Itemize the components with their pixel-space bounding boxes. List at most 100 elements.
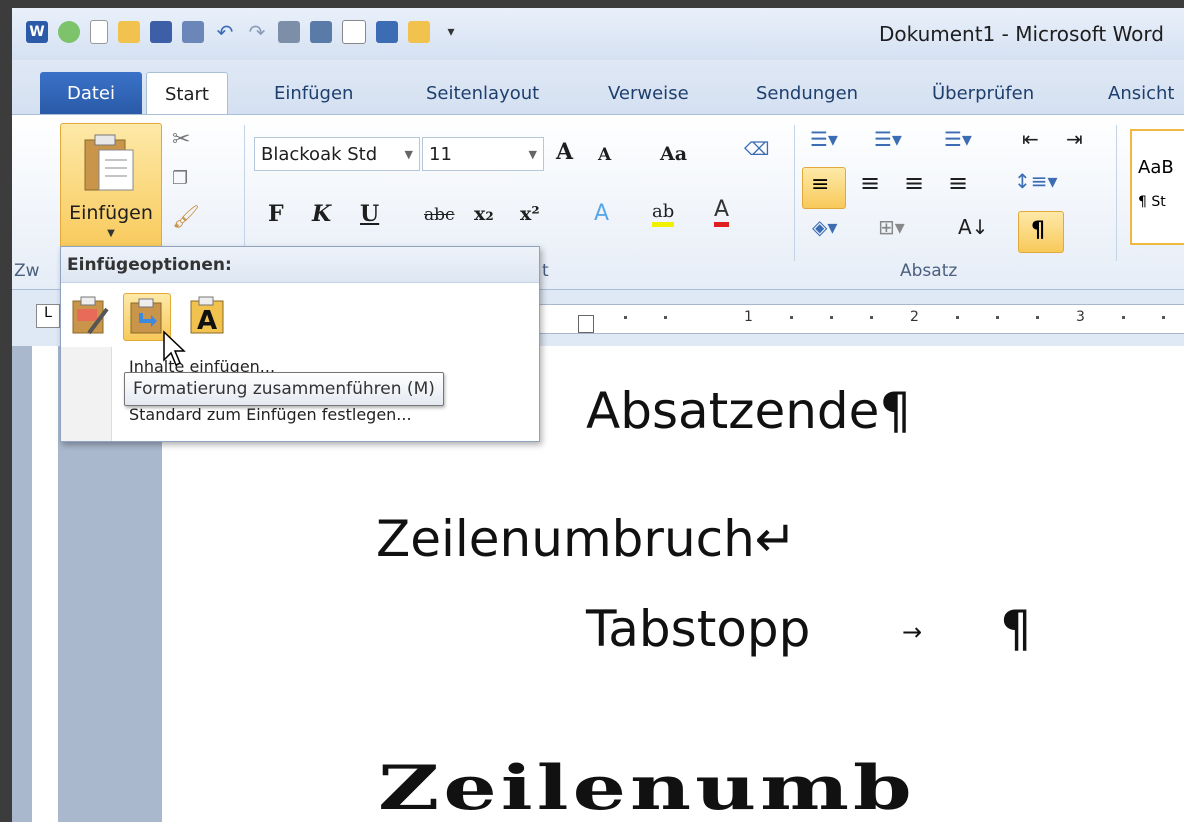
italic-button[interactable]: K: [312, 201, 331, 227]
font-size-combo[interactable]: 11 ▼: [422, 137, 544, 171]
paragraph-group-label: Absatz: [900, 261, 958, 281]
new-document-icon[interactable]: [90, 20, 108, 44]
paste-options-popup: Einfügeoptionen: A Inhalte einfügen... S…: [60, 246, 540, 442]
paste-button[interactable]: Einfügen ▼: [60, 123, 162, 253]
keep-text-only-option[interactable]: A: [185, 293, 231, 339]
shrink-font-button[interactable]: A: [598, 145, 611, 165]
paste-label: Einfügen: [69, 202, 153, 224]
tooltip: Formatierung zusammenführen (M): [124, 372, 444, 406]
ruler-dot: [956, 316, 959, 319]
grow-font-button[interactable]: A: [556, 139, 573, 165]
window-title: Dokument1 - Microsoft Word: [878, 22, 1164, 46]
underline-button[interactable]: U: [360, 201, 379, 227]
change-case-button[interactable]: Aa: [660, 143, 687, 165]
separator: [794, 125, 795, 261]
tab-view[interactable]: Ansicht: [1108, 72, 1174, 114]
status-circle-icon: [58, 21, 80, 43]
align-left-icon: ≡: [811, 172, 830, 197]
numbering-icon[interactable]: ☰▾: [874, 127, 902, 151]
read-mode-icon[interactable]: [376, 21, 398, 43]
copy-icon[interactable]: ❐: [172, 168, 200, 189]
vertical-ruler[interactable]: [32, 346, 59, 822]
paste-keep-source-icon: [72, 296, 109, 335]
ruler-dot: [830, 316, 833, 319]
format-painter-icon[interactable]: 🖌: [172, 205, 200, 230]
tab-review[interactable]: Überprüfen: [932, 72, 1034, 114]
clipboard-icon: [84, 134, 134, 191]
word-app-icon[interactable]: W: [26, 21, 48, 43]
tab-file[interactable]: Datei: [40, 72, 142, 114]
ruler-number: 1: [744, 309, 753, 325]
align-left-button[interactable]: ≡: [802, 167, 846, 209]
show-formatting-button[interactable]: ¶: [1018, 211, 1064, 253]
save-icon[interactable]: [150, 21, 172, 43]
tab-selector[interactable]: L: [36, 304, 60, 328]
clipboard-small-buttons: ✂ ❐ 🖌: [172, 127, 200, 230]
print-icon[interactable]: [278, 21, 300, 43]
ruler-dot: [1036, 316, 1039, 319]
properties-icon[interactable]: [182, 21, 204, 43]
increase-indent-icon[interactable]: ⇥: [1066, 127, 1083, 151]
popup-icon-column: [61, 347, 112, 441]
set-default-paste-item[interactable]: Standard zum Einfügen festlegen...: [129, 405, 412, 424]
font-color-icon[interactable]: A: [714, 197, 730, 227]
tab-insert[interactable]: Einfügen: [274, 72, 353, 114]
bullets-icon[interactable]: ☰▾: [810, 127, 838, 151]
ruler-dot: [624, 316, 627, 319]
superscript-button[interactable]: x²: [520, 203, 540, 225]
align-right-icon[interactable]: ≡: [904, 169, 924, 197]
redo-icon[interactable]: ↷: [246, 20, 268, 44]
ruler-dot: [870, 316, 873, 319]
doc-line-pilcrow: ¶: [1000, 600, 1032, 658]
paste-options-header: Einfügeoptionen:: [61, 247, 539, 283]
align-center-icon[interactable]: ≡: [860, 169, 880, 197]
doc-line-tab-word: Tabstopp: [586, 600, 811, 658]
ruler-number: 2: [910, 309, 919, 325]
tab-page-layout[interactable]: Seitenlayout: [426, 72, 539, 114]
customize-qat-icon[interactable]: ▾: [440, 21, 462, 43]
style-name: ¶ St: [1138, 194, 1166, 210]
font-name-value: Blackoak Std: [261, 143, 378, 165]
justify-icon[interactable]: ≡: [948, 169, 968, 197]
cut-icon[interactable]: ✂: [172, 127, 200, 152]
ruler-dot: [996, 316, 999, 319]
chevron-down-icon[interactable]: ▼: [61, 228, 161, 239]
strikethrough-button[interactable]: abc: [424, 205, 455, 225]
undo-icon[interactable]: ↶: [214, 20, 236, 44]
tab-start[interactable]: Start: [146, 72, 228, 115]
font-name-combo[interactable]: Blackoak Std ▼: [254, 137, 420, 171]
text-effects-icon[interactable]: A: [594, 201, 609, 226]
clipboard-group-label: Zw: [14, 261, 40, 281]
keep-source-formatting-option[interactable]: [67, 293, 113, 339]
decrease-indent-icon[interactable]: ⇤: [1022, 127, 1039, 151]
ruler-dot: [1122, 316, 1125, 319]
open-folder-icon[interactable]: [118, 21, 140, 43]
line-spacing-icon[interactable]: ↕≡▾: [1014, 169, 1058, 193]
subscript-button[interactable]: x₂: [474, 203, 494, 225]
indent-marker[interactable]: [578, 315, 594, 333]
tab-mailings[interactable]: Sendungen: [756, 72, 858, 114]
clear-formatting-icon[interactable]: ⌫: [744, 139, 769, 160]
mouse-pointer-icon: [163, 330, 186, 367]
quick-print-icon[interactable]: [310, 21, 332, 43]
print-preview-icon[interactable]: [342, 20, 366, 44]
borders-icon[interactable]: ⊞▾: [878, 215, 905, 239]
sort-icon[interactable]: A↓: [958, 215, 988, 239]
svg-text:A: A: [197, 306, 217, 336]
ruler-number: 3: [1076, 309, 1085, 325]
doc-line-paragraph-end: Absatzende¶: [586, 382, 912, 440]
folder-icon[interactable]: [408, 21, 430, 43]
chevron-down-icon: ▼: [528, 147, 537, 161]
highlight-color-icon[interactable]: ab: [652, 201, 675, 227]
multilevel-list-icon[interactable]: ☰▾: [944, 127, 972, 151]
styles-gallery[interactable]: AaB ¶ St: [1130, 129, 1184, 245]
shading-icon[interactable]: ◈▾: [812, 215, 837, 239]
ribbon-tabs: Datei Start Einfügen Seitenlayout Verwei…: [12, 60, 1184, 116]
tab-references[interactable]: Verweise: [608, 72, 689, 114]
separator: [1116, 125, 1117, 261]
ruler-dot: [1162, 316, 1165, 319]
font-size-value: 11: [429, 143, 452, 165]
bold-button[interactable]: F: [268, 201, 284, 227]
ruler-dot: [664, 316, 667, 319]
doc-line-line-break: Zeilenumbruch↵: [376, 510, 797, 568]
